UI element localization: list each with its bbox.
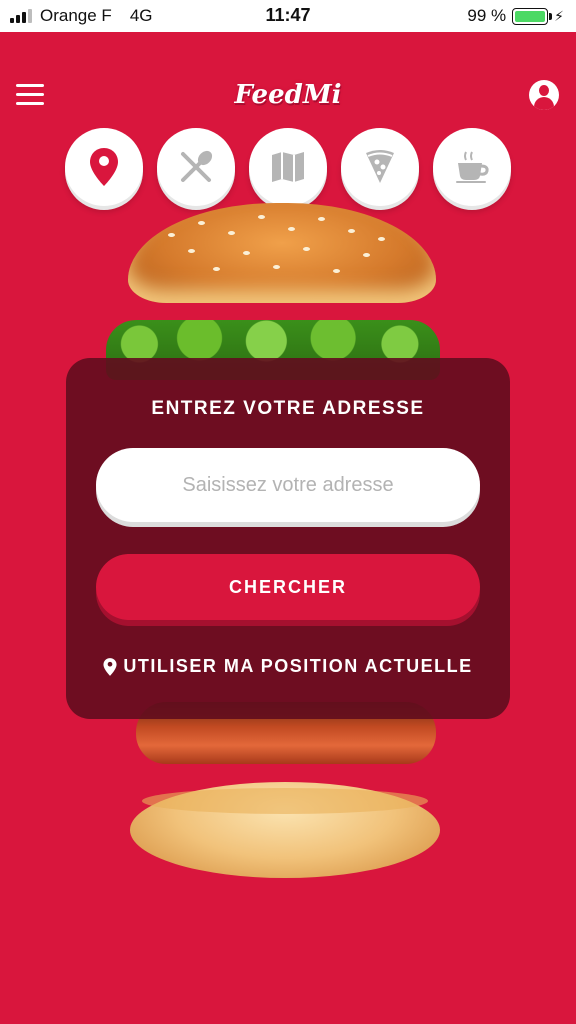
logo-text: FeedMi	[234, 80, 342, 110]
category-bar	[65, 128, 511, 206]
fork-spoon-icon	[181, 150, 213, 182]
pizza-slice-icon	[366, 150, 394, 183]
map-icon	[272, 152, 304, 182]
location-pin-icon	[103, 657, 117, 676]
address-card: ENTREZ VOTRE ADRESSE CHERCHER UTILISER M…	[66, 358, 510, 719]
category-coffee-button[interactable]	[433, 128, 511, 206]
bolt-icon: ⚡	[554, 7, 564, 24]
burger-bottom-bun-image	[130, 782, 440, 878]
battery-icon	[512, 7, 553, 25]
category-pizza-button[interactable]	[341, 128, 419, 206]
user-profile-icon[interactable]	[529, 80, 559, 110]
use-current-location-label: UTILISER MA POSITION ACTUELLE	[123, 656, 473, 676]
address-card-title: ENTREZ VOTRE ADRESSE	[151, 398, 425, 419]
category-map-button[interactable]	[249, 128, 327, 206]
burger-top-bun-image	[128, 203, 436, 303]
search-button[interactable]: CHERCHER	[96, 554, 480, 620]
category-restaurant-button[interactable]	[157, 128, 235, 206]
status-bar: Orange F 4G 11:47 99 % ⚡	[0, 0, 576, 32]
app-logo: FeedMi	[0, 80, 576, 110]
location-pin-icon	[90, 148, 118, 186]
use-current-location-link[interactable]: UTILISER MA POSITION ACTUELLE	[66, 656, 510, 677]
battery-percent: 99 %	[467, 6, 507, 25]
address-input[interactable]	[96, 448, 480, 522]
coffee-cup-icon	[456, 151, 489, 183]
category-location-button[interactable]	[65, 128, 143, 206]
